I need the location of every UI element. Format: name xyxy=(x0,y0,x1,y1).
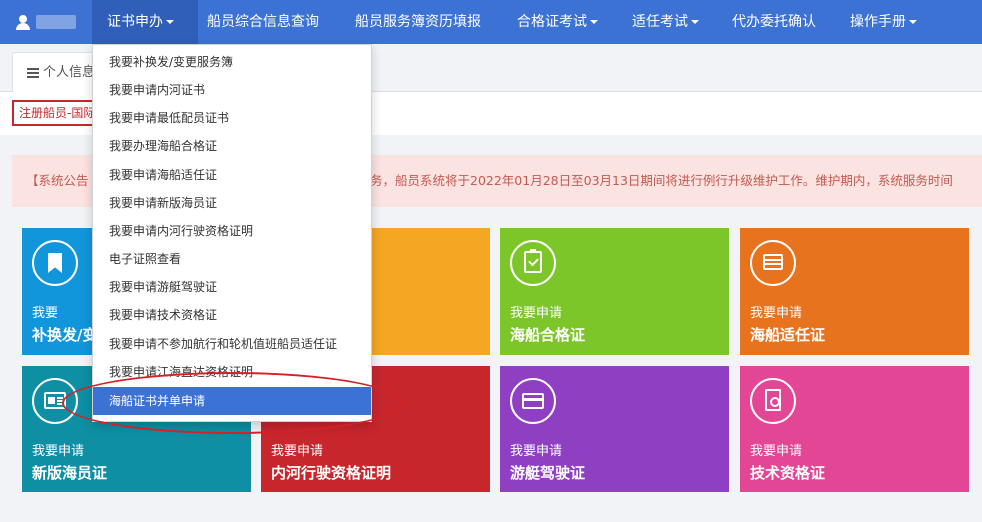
menu-item-seagoing-combined-apply[interactable]: 海船证书并单申请 xyxy=(93,387,371,415)
caret-down-icon xyxy=(909,20,917,24)
menu-item-technical-qualification[interactable]: 我要申请技术资格证 xyxy=(93,301,371,329)
announcement-text: 务，船员系统将于2022年01月28日至03月13日期间将进行例行升级维护工作。… xyxy=(370,173,953,188)
cert-apply-dropdown: 我要补换发/变更服务簿 我要申请内河证书 我要申请最低配员证书 我要办理海船合格… xyxy=(92,44,372,422)
menu-item-service-book[interactable]: 我要补换发/变更服务簿 xyxy=(93,48,371,76)
user-menu[interactable] xyxy=(0,0,92,44)
bookmark-icon xyxy=(48,253,62,273)
menu-item-seafarer-passport[interactable]: 我要申请新版海员证 xyxy=(93,189,371,217)
card-icon xyxy=(522,393,544,409)
menu-item-inland-navigation[interactable]: 我要申请内河行驶资格证明 xyxy=(93,217,371,245)
user-icon xyxy=(16,15,30,30)
top-navbar: 证书申办 船员综合信息查询 船员服务簿资历填报 合格证考试 适任考试 代办委托确… xyxy=(0,0,982,44)
tile-yacht-license[interactable]: 我要申请 游艇驾驶证 xyxy=(500,366,729,492)
nav-service-book-report[interactable]: 船员服务簿资历填报 xyxy=(355,0,481,44)
nav-cert-apply[interactable]: 证书申办 xyxy=(92,0,198,44)
nav-manual[interactable]: 操作手册 xyxy=(850,0,917,44)
menu-item-river-sea-direct[interactable]: 我要申请江海直达资格证明 xyxy=(93,358,371,386)
clipboard-check-icon xyxy=(524,249,542,273)
tile-seagoing-competency[interactable]: 我要申请 海船适任证 xyxy=(740,228,969,355)
caret-down-icon xyxy=(691,20,699,24)
announcement-prefix: 【系统公告 xyxy=(26,173,89,188)
menu-item-yacht-license[interactable]: 我要申请游艇驾驶证 xyxy=(93,273,371,301)
menu-item-e-license-view[interactable]: 电子证照查看 xyxy=(93,245,371,273)
newspaper-icon xyxy=(44,392,66,409)
list-icon xyxy=(763,254,783,270)
menu-item-min-manning-cert[interactable]: 我要申请最低配员证书 xyxy=(93,104,371,132)
document-icon xyxy=(765,389,781,411)
caret-down-icon xyxy=(166,20,174,24)
tile-technical-qualification[interactable]: 我要申请 技术资格证 xyxy=(740,366,969,492)
nav-qualification-exam[interactable]: 合格证考试 xyxy=(517,0,598,44)
nav-competency-exam[interactable]: 适任考试 xyxy=(632,0,699,44)
user-name-redacted xyxy=(36,15,76,29)
nav-crew-info-query[interactable]: 船员综合信息查询 xyxy=(207,0,319,44)
menu-item-non-watch-competency[interactable]: 我要申请不参加航行和轮机值班船员适任证 xyxy=(93,330,371,358)
menu-item-seagoing-competency[interactable]: 我要申请海船适任证 xyxy=(93,161,371,189)
menu-item-inland-cert[interactable]: 我要申请内河证书 xyxy=(93,76,371,104)
tile-seagoing-qualification[interactable]: 我要申请 海船合格证 xyxy=(500,228,729,355)
page: 证书申办 船员综合信息查询 船员服务簿资历填报 合格证考试 适任考试 代办委托确… xyxy=(0,0,982,522)
menu-item-seagoing-qualification[interactable]: 我要办理海船合格证 xyxy=(93,132,371,160)
list-icon xyxy=(27,67,39,78)
nav-agency-confirm[interactable]: 代办委托确认 xyxy=(732,0,816,44)
caret-down-icon xyxy=(590,20,598,24)
